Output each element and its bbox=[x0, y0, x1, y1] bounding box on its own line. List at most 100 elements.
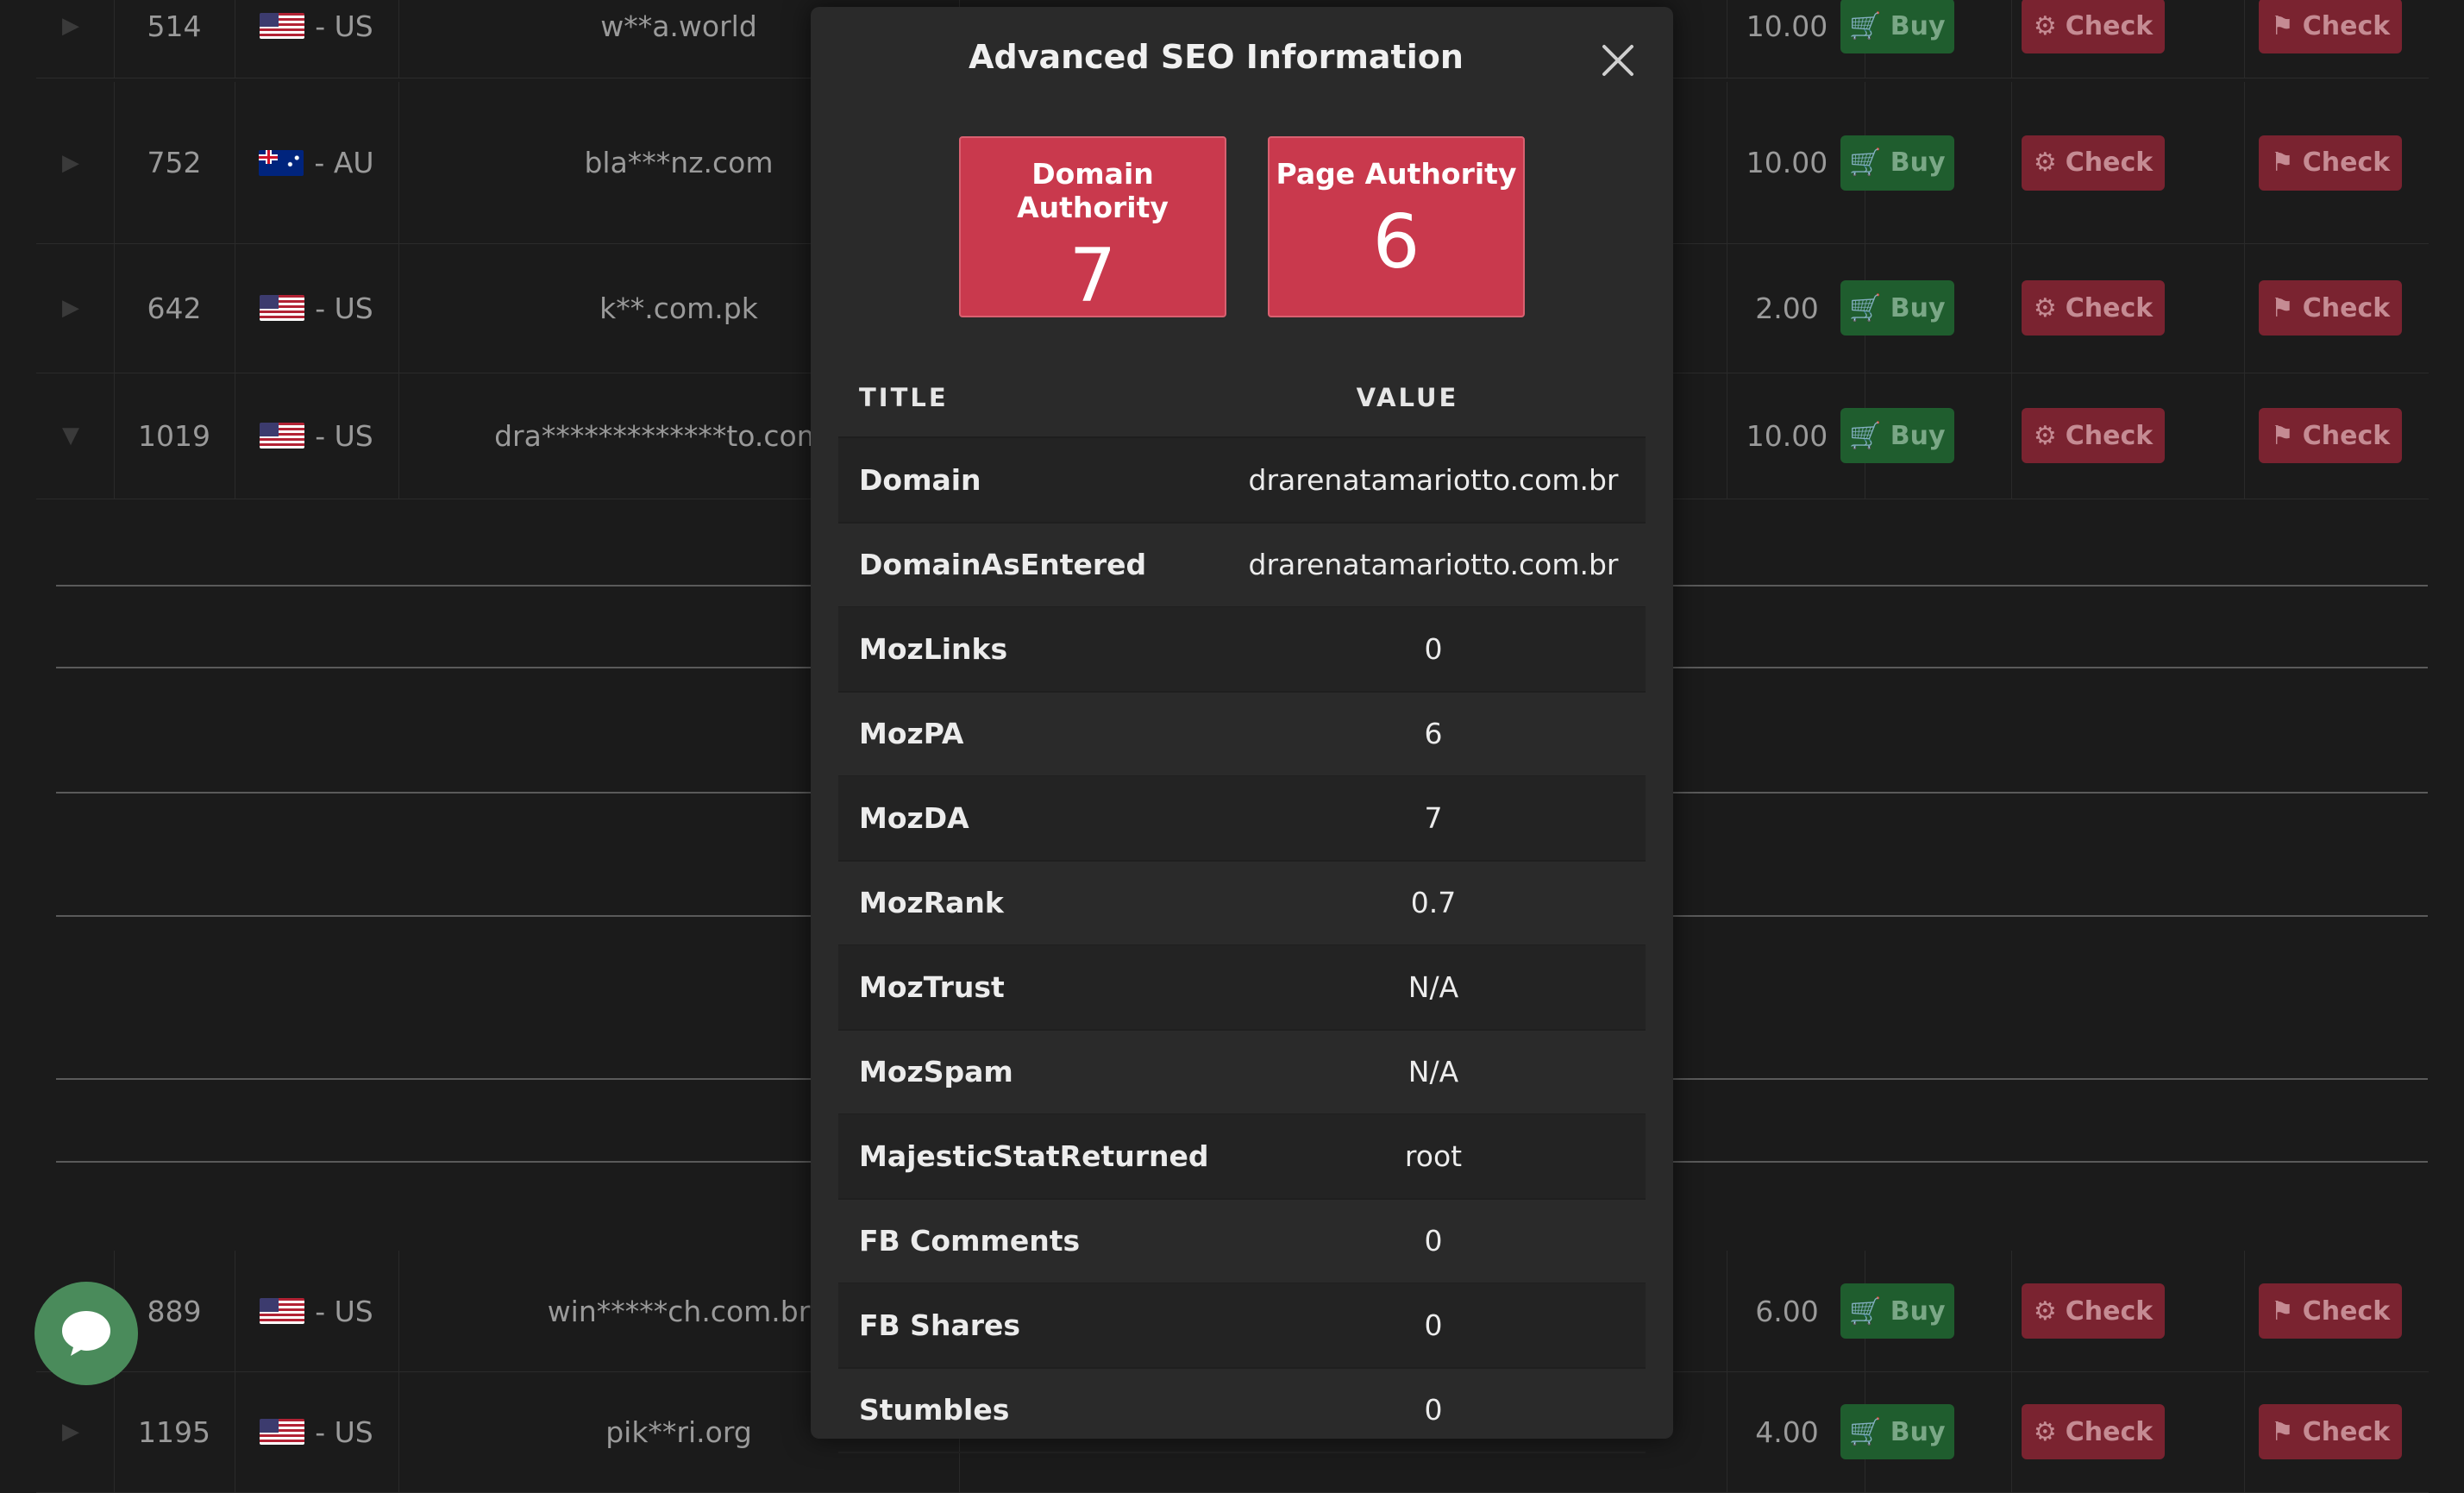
check-report-button[interactable]: ⚑ Check bbox=[2259, 0, 2402, 53]
buy-button[interactable]: 🛒 Buy bbox=[1840, 280, 1954, 336]
check-seo-button[interactable]: ⚙ Check bbox=[2022, 1404, 2165, 1459]
seo-row-title: MozTrust bbox=[859, 970, 1005, 1004]
button-label: Buy bbox=[1890, 10, 1946, 41]
domain-authority-value: 7 bbox=[1069, 233, 1117, 319]
column-divider bbox=[2244, 1251, 2245, 1371]
row-price: 4.00 bbox=[1755, 1415, 1819, 1449]
usa-flag-icon bbox=[260, 423, 305, 449]
check-report-icon: ⚑ bbox=[2270, 1416, 2294, 1447]
seo-table-row: MozDA 7 bbox=[838, 776, 1646, 862]
row-price: 6.00 bbox=[1755, 1294, 1819, 1328]
seo-row-title: MozRank bbox=[859, 886, 1004, 919]
usa-flag-icon bbox=[260, 1298, 305, 1324]
button-label: Check bbox=[2065, 1416, 2154, 1447]
check-report-button[interactable]: ⚑ Check bbox=[2259, 1404, 2402, 1459]
button-label: Buy bbox=[1890, 420, 1946, 451]
row-id: 752 bbox=[147, 146, 202, 179]
seo-row-title: MozLinks bbox=[859, 632, 1008, 666]
buy-icon: 🛒 bbox=[1849, 147, 1882, 178]
column-divider bbox=[2011, 82, 2012, 243]
page-authority-label: Page Authority bbox=[1276, 157, 1517, 191]
buy-button[interactable]: 🛒 Buy bbox=[1840, 408, 1954, 463]
country-code: - US bbox=[315, 9, 373, 43]
modal-title: Advanced SEO Information bbox=[969, 38, 1464, 76]
seo-table-row: MozSpam N/A bbox=[838, 1030, 1646, 1115]
check-seo-button[interactable]: ⚙ Check bbox=[2022, 1283, 2165, 1339]
seo-row-value: 0.7 bbox=[1410, 886, 1457, 919]
buy-icon: 🛒 bbox=[1849, 420, 1882, 451]
row-id: 1195 bbox=[138, 1415, 210, 1449]
button-label: Buy bbox=[1890, 147, 1946, 178]
check-seo-button[interactable]: ⚙ Check bbox=[2022, 408, 2165, 463]
seo-row-value: root bbox=[1404, 1139, 1463, 1173]
check-report-button[interactable]: ⚑ Check bbox=[2259, 408, 2402, 463]
value-column-header: VALUE bbox=[1356, 383, 1459, 412]
button-label: Buy bbox=[1890, 1295, 1946, 1327]
check-seo-button[interactable]: ⚙ Check bbox=[2022, 280, 2165, 336]
seo-table-row: MozPA 6 bbox=[838, 692, 1646, 777]
australia-flag-icon bbox=[259, 149, 304, 176]
seo-row-value: drarenatamariotto.com.br bbox=[1248, 548, 1619, 581]
column-divider bbox=[2011, 373, 2012, 499]
expand-arrow-icon[interactable]: ▶ bbox=[36, 1371, 105, 1492]
expand-arrow-icon[interactable]: ▶ bbox=[36, 0, 105, 78]
check-report-button[interactable]: ⚑ Check bbox=[2259, 280, 2402, 336]
buy-button[interactable]: 🛒 Buy bbox=[1840, 1283, 1954, 1339]
table-header: TITLE VALUE bbox=[838, 352, 1646, 438]
row-country: - US bbox=[235, 1371, 398, 1492]
chat-button[interactable] bbox=[34, 1282, 138, 1385]
button-label: Check bbox=[2302, 1295, 2391, 1327]
usa-flag-icon bbox=[260, 295, 305, 321]
buy-button[interactable]: 🛒 Buy bbox=[1840, 0, 1954, 53]
collapse-arrow-icon[interactable]: ▼ bbox=[36, 373, 105, 499]
buy-button[interactable]: 🛒 Buy bbox=[1840, 135, 1954, 191]
row-price: 2.00 bbox=[1755, 291, 1819, 325]
close-icon[interactable] bbox=[1601, 43, 1635, 78]
column-divider bbox=[2244, 82, 2245, 243]
check-report-icon: ⚑ bbox=[2270, 1295, 2294, 1327]
button-label: Check bbox=[2065, 292, 2154, 323]
row-country: - US bbox=[235, 0, 398, 78]
seo-table-row: Domain drarenatamariotto.com.br bbox=[838, 438, 1646, 524]
check-seo-icon: ⚙ bbox=[2033, 1295, 2057, 1327]
button-label: Check bbox=[2065, 10, 2154, 41]
seo-modal: Advanced SEO Information Domain Authorit… bbox=[811, 7, 1673, 1453]
check-seo-button[interactable]: ⚙ Check bbox=[2022, 135, 2165, 191]
country-code: - US bbox=[315, 1415, 373, 1449]
seo-row-value: N/A bbox=[1408, 1055, 1459, 1088]
seo-table-row: MozRank 0.7 bbox=[838, 861, 1646, 946]
check-seo-button[interactable]: ⚙ Check bbox=[2022, 0, 2165, 53]
check-seo-icon: ⚙ bbox=[2033, 147, 2057, 178]
country-code: - US bbox=[315, 418, 373, 453]
usa-flag-icon bbox=[260, 1419, 305, 1445]
usa-flag-icon bbox=[260, 13, 305, 39]
column-divider bbox=[2244, 243, 2245, 373]
expand-arrow-icon[interactable]: ▶ bbox=[36, 82, 105, 243]
check-seo-icon: ⚙ bbox=[2033, 10, 2057, 41]
check-report-icon: ⚑ bbox=[2270, 292, 2294, 323]
seo-row-title: Stumbles bbox=[859, 1393, 1010, 1427]
expand-arrow-icon[interactable]: ▶ bbox=[36, 243, 105, 373]
check-report-icon: ⚑ bbox=[2270, 10, 2294, 41]
column-divider bbox=[2244, 0, 2245, 78]
seo-row-value: 7 bbox=[1424, 801, 1443, 835]
chat-bubble-icon bbox=[62, 1311, 110, 1356]
check-report-button[interactable]: ⚑ Check bbox=[2259, 1283, 2402, 1339]
seo-row-value: N/A bbox=[1408, 970, 1459, 1004]
column-divider bbox=[2244, 373, 2245, 499]
row-price: 10.00 bbox=[1746, 146, 1828, 179]
button-label: Check bbox=[2302, 147, 2391, 178]
check-report-button[interactable]: ⚑ Check bbox=[2259, 135, 2402, 191]
seo-row-title: MozDA bbox=[859, 801, 969, 835]
seo-row-title: FB Shares bbox=[859, 1308, 1021, 1342]
buy-icon: 🛒 bbox=[1849, 1295, 1882, 1327]
seo-row-value: 0 bbox=[1424, 632, 1443, 666]
buy-button[interactable]: 🛒 Buy bbox=[1840, 1404, 1954, 1459]
column-divider bbox=[2011, 1251, 2012, 1371]
row-id: 1019 bbox=[138, 418, 210, 453]
seo-row-value: 0 bbox=[1424, 1224, 1443, 1258]
button-label: Check bbox=[2065, 420, 2154, 451]
column-divider bbox=[2011, 243, 2012, 373]
seo-table-row: DomainAsEntered drarenatamariotto.com.br bbox=[838, 523, 1646, 608]
seo-row-title: Domain bbox=[859, 463, 981, 497]
